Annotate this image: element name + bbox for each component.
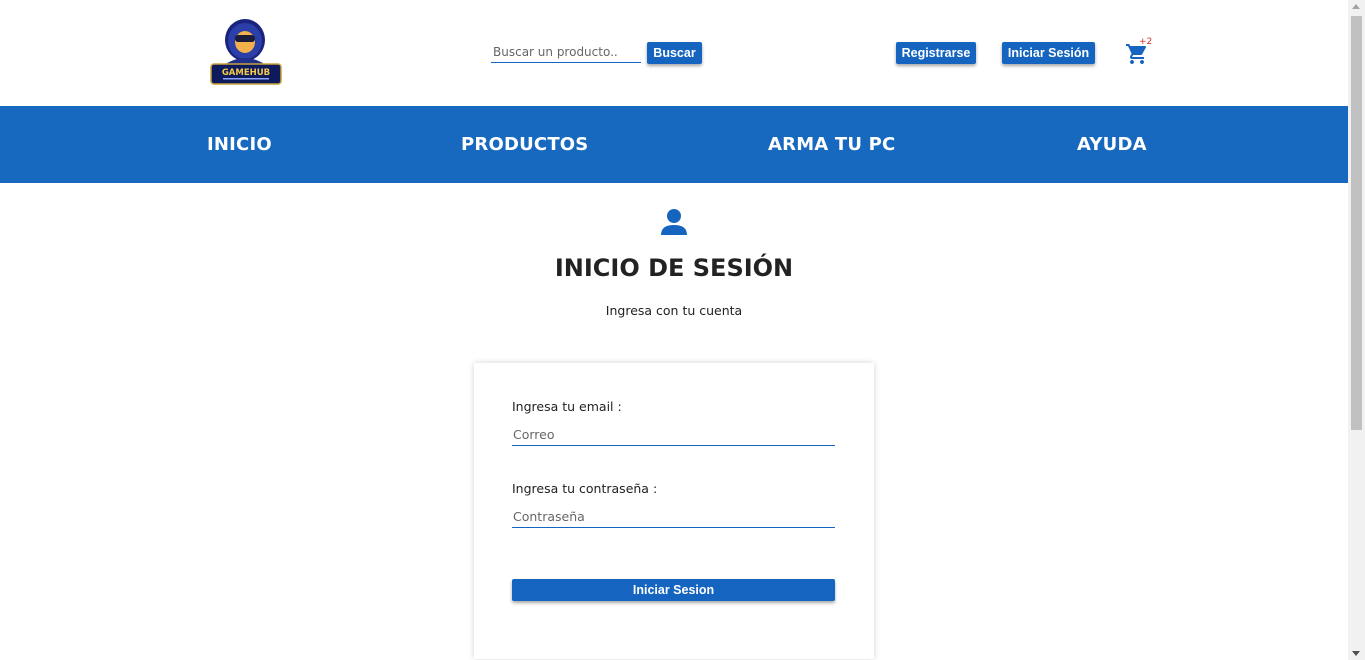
nav-item-inicio[interactable]: INICIO [207,134,272,155]
nav-item-ayuda[interactable]: AYUDA [1077,134,1147,155]
login-form-card: Ingresa tu email : Ingresa tu contraseña… [474,363,874,659]
search-button[interactable]: Buscar [647,42,702,64]
login-submit-button[interactable]: Iniciar Sesion [512,579,835,601]
scroll-down-icon[interactable] [1352,651,1360,656]
email-field[interactable] [512,424,835,446]
header: GAMEHUB Buscar Registrarse Iniciar Sesió… [0,0,1348,106]
gamehub-logo[interactable]: GAMEHUB [208,18,284,88]
register-button[interactable]: Registrarse [896,42,976,64]
email-label: Ingresa tu email : [512,399,622,414]
search-input[interactable] [491,42,641,63]
vertical-scrollbar[interactable] [1348,0,1365,660]
page-title: INICIO DE SESIÓN [554,254,794,282]
cart-badge: +2 [1139,37,1153,47]
user-icon [659,207,689,237]
logo-text: GAMEHUB [222,68,270,78]
scroll-up-icon[interactable] [1352,4,1360,9]
password-label: Ingresa tu contraseña : [512,481,658,496]
password-field[interactable] [512,506,835,528]
page-subtitle: Ingresa con tu cuenta [605,303,743,318]
nav-item-arma-tu-pc[interactable]: ARMA TU PC [768,134,895,155]
nav-item-productos[interactable]: PRODUCTOS [461,134,588,155]
login-button[interactable]: Iniciar Sesión [1002,42,1095,64]
page: GAMEHUB Buscar Registrarse Iniciar Sesió… [0,0,1365,660]
scroll-thumb[interactable] [1351,16,1362,430]
main-navbar: INICIO PRODUCTOS ARMA TU PC AYUDA [0,106,1348,183]
